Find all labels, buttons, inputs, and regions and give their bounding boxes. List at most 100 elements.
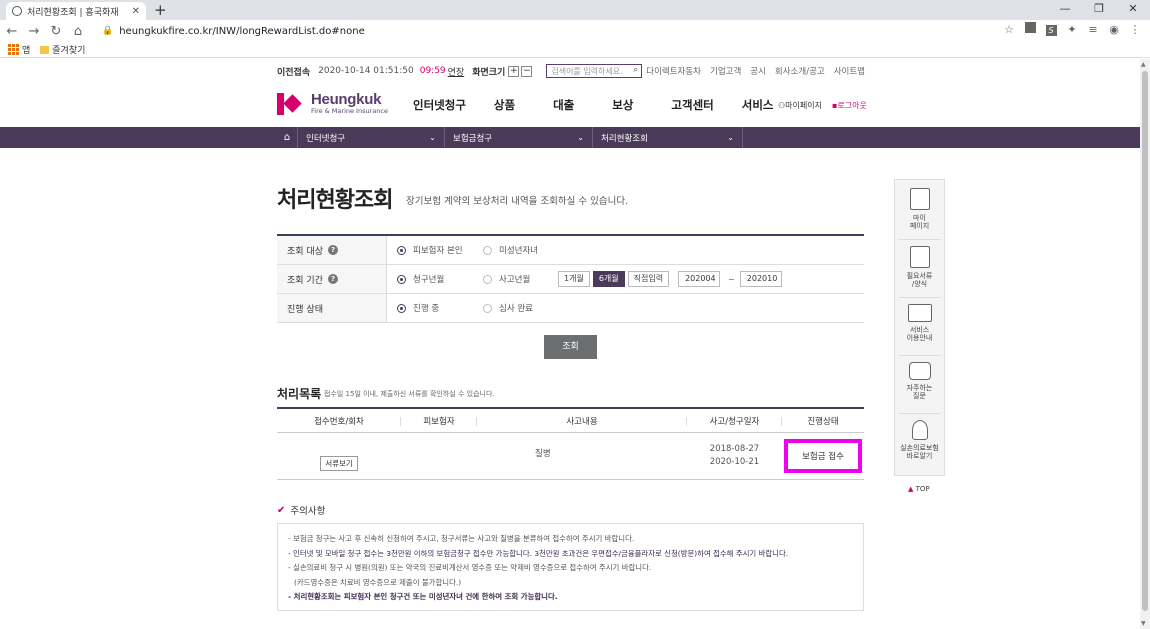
quick-faq[interactable]: 자주하는 질문 (895, 362, 944, 400)
menu-icon[interactable]: ⋮ (1128, 23, 1142, 36)
toplink-corporate[interactable]: 기업고객 (710, 65, 741, 77)
scrollbar-thumb[interactable] (1142, 71, 1148, 611)
bookmark-apps[interactable]: 앱 (8, 43, 30, 56)
quick-mypage-label: 마이 페이지 (909, 214, 930, 230)
crumb-internet-claim[interactable]: 인터넷청구 ⌄ (298, 127, 445, 148)
scroll-up-icon[interactable]: ▲ (1141, 61, 1146, 68)
minimize-icon[interactable]: — (1048, 0, 1082, 20)
logout-link[interactable]: ▪로그아웃 (832, 100, 867, 111)
new-tab-icon[interactable]: + (154, 1, 167, 19)
status-label-text: 진행 상태 (287, 304, 323, 315)
extend-session-link[interactable]: 연장 (448, 65, 465, 78)
monitor-icon (907, 304, 932, 322)
notice-line: - 실손의료비 청구 시 병원(의원) 또는 약국의 진료비계산서 영수증 또는… (288, 563, 652, 572)
help-icon[interactable]: ? (327, 245, 338, 255)
top-label: TOP (915, 485, 930, 493)
date-from-input[interactable]: 202004 (678, 271, 721, 287)
zoom-out-button[interactable]: − (521, 65, 533, 77)
radio-dot (397, 274, 406, 284)
list-description: 접수일 15일 이내, 제출하신 서류를 확인하실 수 있습니다. (324, 390, 495, 398)
quick-menu: 마이 페이지 필요서류 /양식 서비스 이용안내 자주하는 질문 실손의료보험 … (894, 179, 945, 476)
crumb-claim[interactable]: 보험금청구 ⌄ (445, 127, 593, 148)
radio-insured-self[interactable]: 피보험자 본인 (397, 244, 483, 256)
chevron-down-icon: ⌄ (727, 133, 734, 142)
reading-list-icon[interactable]: ≡ (1086, 23, 1100, 36)
extension-s-icon[interactable]: S (1044, 23, 1058, 36)
period-1month-button[interactable]: 1개월 (558, 271, 590, 287)
target-label: 조회 대상 ? (277, 236, 387, 264)
bookmarks-bar: 앱 즐겨찾기 (0, 42, 1150, 58)
cell-claim-date: 2020-10-21 (709, 457, 760, 467)
period-6month-button[interactable]: 6개월 (592, 271, 625, 287)
user-menu: ⚇마이페이지 ▪로그아웃 (778, 100, 867, 111)
page-scrollbar[interactable]: ▲ ▼ (1140, 59, 1150, 629)
quick-mypage[interactable]: 마이 페이지 (895, 188, 944, 230)
period-custom-button[interactable]: 직접입력 (627, 271, 670, 287)
quick-service-guide[interactable]: 서비스 이용안내 (895, 304, 944, 342)
quick-medical-insurance[interactable]: 실손의료보험 바로알기 (895, 420, 944, 460)
lightbulb-icon (911, 420, 928, 440)
toplink-direct-car[interactable]: 다이렉트자동차 (646, 65, 701, 77)
gnb-loans[interactable]: 대출 (553, 97, 574, 113)
radio-claim-month[interactable]: 청구년월 (397, 273, 483, 285)
extension-icon[interactable] (1023, 22, 1037, 36)
form-row-target: 조회 대상 ? 피보험자 본인 미성년자녀 (277, 236, 864, 265)
gnb-compensation[interactable]: 보상 (612, 97, 633, 113)
mypage-link[interactable]: ⚇마이페이지 (778, 100, 822, 111)
scroll-top-button[interactable]: ▲ TOP (908, 485, 930, 493)
globe-icon (12, 6, 22, 16)
gnb-products[interactable]: 상품 (494, 97, 515, 113)
logo[interactable]: Heungkuk Fire & Marine Insurance (277, 92, 388, 115)
notice-title: 주의사항 (290, 506, 326, 517)
close-window-icon[interactable]: ✕ (1116, 0, 1150, 20)
close-tab-icon[interactable]: ✕ (132, 6, 140, 17)
apps-icon (8, 44, 19, 55)
check-icon: ✔ (277, 504, 286, 516)
gnb-customer-center[interactable]: 고객센터 (671, 97, 713, 113)
toplink-about[interactable]: 회사소개/공고 (775, 65, 825, 77)
gnb-services[interactable]: 서비스 (742, 97, 774, 113)
zoom-in-button[interactable]: + (508, 65, 520, 77)
crumb-status[interactable]: 처리현황조회 ⌄ (593, 127, 743, 148)
browser-tab[interactable]: 처리현황조회 | 흥국화재 ✕ (6, 2, 146, 20)
search-input[interactable]: 검색어를 입력하세요. ⌕ (546, 64, 643, 78)
radio-review-done[interactable]: 심사 완료 (483, 302, 569, 314)
radio-in-progress[interactable]: 진행 중 (397, 302, 483, 314)
crumb-internet-claim-label: 인터넷청구 (306, 133, 346, 144)
forward-icon[interactable]: → (24, 24, 44, 39)
star-icon[interactable]: ☆ (1002, 23, 1016, 36)
period-label: 조회 기간 ? (277, 265, 387, 293)
profile-icon[interactable]: ◉ (1107, 23, 1121, 36)
gnb-internet-claim[interactable]: 인터넷청구 (413, 97, 466, 113)
notice-header: ✔ 주의사항 (277, 503, 326, 518)
puzzle-icon[interactable]: ✦ (1065, 23, 1079, 36)
scroll-down-icon[interactable]: ▼ (1141, 620, 1146, 627)
radio-dot (397, 303, 406, 313)
radio-in-progress-label: 진행 중 (413, 304, 440, 314)
quick-documents[interactable]: 필요서류 /양식 (895, 246, 944, 288)
date-to-input[interactable]: 202010 (739, 271, 782, 287)
view-documents-button[interactable]: 서류보기 (320, 456, 358, 471)
back-icon[interactable]: ← (2, 24, 22, 39)
search-icon[interactable]: ⌕ (633, 65, 638, 75)
restore-icon[interactable]: ❐ (1082, 0, 1116, 20)
query-button[interactable]: 조회 (544, 335, 597, 359)
notice-line: - 보험금 청구는 사고 후 신속히 신청하여 주시고, 청구서류는 사고와 질… (288, 534, 635, 543)
home-icon[interactable]: ⌂ (68, 24, 88, 39)
toplink-disclosure[interactable]: 공시 (750, 65, 766, 77)
toplink-sitemap[interactable]: 사이트맵 (834, 65, 865, 77)
page-title: 처리현황조회 (277, 188, 393, 213)
quick-faq-label: 자주하는 질문 (906, 384, 933, 400)
radio-accident-month-label: 사고년월 (499, 275, 531, 285)
bookmark-favorites[interactable]: 즐겨찾기 (40, 43, 85, 56)
help-icon[interactable]: ? (327, 274, 338, 284)
logout-label: 로그아웃 (837, 101, 867, 110)
notice-line: - 인터넷 및 모바일 청구 접수는 3천만원 이하의 보험금청구 접수만 가능… (288, 548, 789, 558)
claims-table: 접수번호/회차 피보험자 사고내용 사고/청구일자 진행상태 서류보기 질병 2… (277, 407, 864, 480)
reload-icon[interactable]: ↻ (46, 24, 66, 39)
radio-minor-child[interactable]: 미성년자녀 (483, 244, 569, 256)
address-bar[interactable]: 🔒 heungkukfire.co.kr/INW/longRewardList.… (102, 26, 365, 37)
home-crumb-icon[interactable]: ⌂ (277, 127, 298, 148)
radio-accident-month[interactable]: 사고년월 (483, 273, 569, 285)
table-row: 서류보기 질병 2018-08-27 2020-10-21 보험금 접수 (277, 433, 864, 480)
